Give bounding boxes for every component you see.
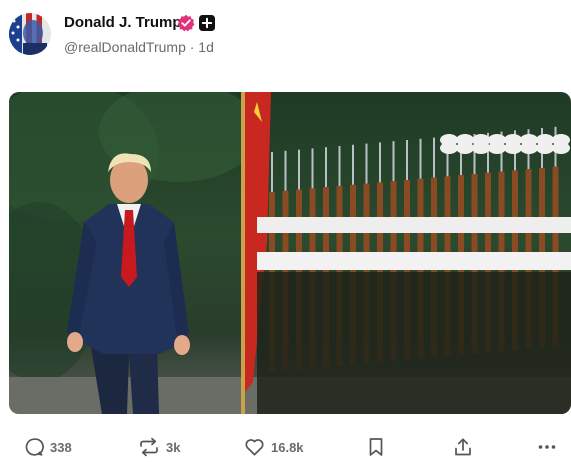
action-bar: 338 3k 16.8k bbox=[0, 428, 571, 462]
bookmark-icon bbox=[369, 438, 383, 456]
more-dots-icon bbox=[538, 445, 556, 449]
author-display-name[interactable]: Donald J. Trump bbox=[64, 14, 182, 31]
share-upload-icon bbox=[455, 438, 471, 456]
post-card: Donald J. Trump @realDonaldTrump · 1d 33… bbox=[0, 0, 571, 462]
reply-count: 338 bbox=[50, 439, 72, 455]
share-button[interactable] bbox=[453, 436, 473, 458]
plus-badge-icon bbox=[199, 15, 215, 31]
repost-arrows-icon bbox=[140, 437, 158, 457]
heart-icon bbox=[245, 439, 264, 456]
verified-badge-icon bbox=[177, 14, 195, 32]
repost-count: 3k bbox=[166, 439, 181, 455]
post-image[interactable] bbox=[9, 92, 571, 414]
more-options-button[interactable] bbox=[537, 436, 557, 458]
bookmark-button[interactable] bbox=[368, 436, 384, 458]
repost-button[interactable]: 3k bbox=[138, 436, 180, 458]
reply-button[interactable]: 338 bbox=[24, 436, 72, 458]
author-handle-timestamp[interactable]: @realDonaldTrump · 1d bbox=[64, 39, 214, 55]
like-button[interactable]: 16.8k bbox=[244, 436, 304, 458]
avatar[interactable] bbox=[9, 13, 51, 55]
comment-bubble-icon bbox=[25, 438, 44, 456]
like-count: 16.8k bbox=[271, 439, 304, 455]
